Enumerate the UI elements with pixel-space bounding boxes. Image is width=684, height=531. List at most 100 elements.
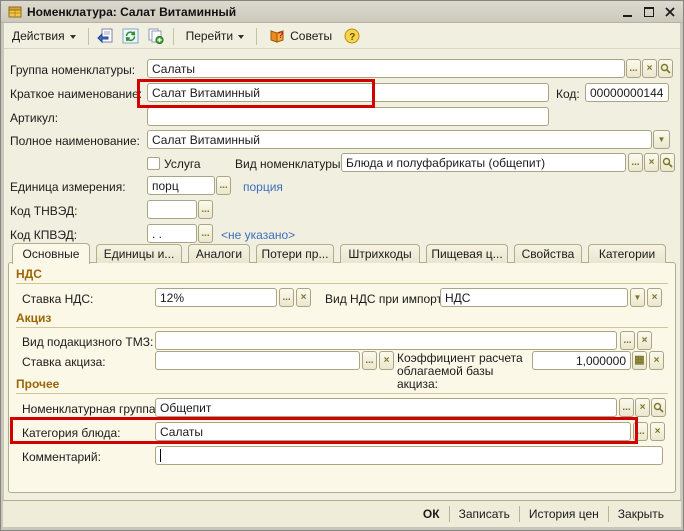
vat-import-label: Вид НДС при импорте: xyxy=(325,292,452,306)
excise-kind-clear-button[interactable]: × xyxy=(637,331,652,350)
window-title: Номенклатура: Салат Витаминный xyxy=(27,5,617,19)
ok-button[interactable]: ОК xyxy=(414,504,449,524)
kind-label: Вид номенклатуры: xyxy=(235,157,344,171)
dish-category-clear-button[interactable]: × xyxy=(650,422,665,441)
article-label: Артикул: xyxy=(10,111,58,125)
refresh-button[interactable] xyxy=(120,26,142,47)
nomenclature-window: Номенклатура: Салат Витаминный Действия xyxy=(0,0,684,531)
search-icon xyxy=(653,402,664,413)
excise-rate-clear-button[interactable]: × xyxy=(379,351,394,370)
excise-kind-field[interactable] xyxy=(155,331,617,350)
section-vat: НДС xyxy=(16,267,668,284)
excise-rate-label: Ставка акциза: xyxy=(22,355,106,369)
unit-field[interactable]: порц xyxy=(147,176,215,195)
tnved-field[interactable] xyxy=(147,200,197,219)
kind-clear-button[interactable]: × xyxy=(644,153,659,172)
tab-units[interactable]: Единицы и... xyxy=(96,244,182,263)
copy-plus-icon xyxy=(147,28,164,44)
kind-select-button[interactable]: ... xyxy=(628,153,643,172)
price-history-button[interactable]: История цен xyxy=(520,504,608,524)
tab-main[interactable]: Основные xyxy=(12,243,90,264)
help-icon: ? xyxy=(344,28,360,44)
dish-category-field[interactable]: Салаты xyxy=(155,422,631,441)
tnved-label: Код ТНВЭД: xyxy=(10,204,77,218)
article-field[interactable] xyxy=(147,107,549,126)
refresh-icon xyxy=(122,28,139,44)
kpved-link[interactable]: <не указано> xyxy=(221,228,295,242)
vat-import-clear-button[interactable]: × xyxy=(647,288,662,307)
excise-kind-label: Вид подакцизного ТМЗ: xyxy=(22,335,153,349)
excise-coef-clear-button[interactable]: × xyxy=(649,351,664,370)
vat-rate-clear-button[interactable]: × xyxy=(296,288,311,307)
nomen-group-clear-button[interactable]: × xyxy=(635,398,650,417)
chevron-down-icon xyxy=(238,35,244,39)
code-label: Код: xyxy=(556,87,580,101)
copy-button[interactable] xyxy=(145,26,167,47)
minimize-icon[interactable] xyxy=(622,6,634,18)
maximize-icon[interactable] xyxy=(643,6,655,18)
excise-coef-label: Коэффициент расчета облагаемой базы акци… xyxy=(397,352,529,391)
nomen-group-open-button[interactable] xyxy=(651,398,666,417)
reread-button[interactable] xyxy=(95,26,117,47)
kind-open-button[interactable] xyxy=(660,153,675,172)
toolbar-separator xyxy=(88,28,89,45)
actions-menu-button[interactable]: Действия xyxy=(6,26,82,46)
group-clear-button[interactable]: × xyxy=(642,59,657,78)
nomen-group-select-button[interactable]: ... xyxy=(619,398,634,417)
vat-import-dropdown-button[interactable]: ▼ xyxy=(630,288,645,307)
vat-rate-select-button[interactable]: ... xyxy=(279,288,294,307)
vat-import-field[interactable]: НДС xyxy=(440,288,628,307)
tab-losses[interactable]: Потери пр... xyxy=(256,244,334,263)
svg-text:?: ? xyxy=(278,30,284,40)
group-open-button[interactable] xyxy=(658,59,673,78)
kpved-select-button[interactable]: ... xyxy=(198,224,213,243)
unit-select-button[interactable]: ... xyxy=(216,176,231,195)
full-name-dropdown-button[interactable]: ▼ xyxy=(653,130,670,149)
chevron-down-icon xyxy=(70,35,76,39)
short-name-label: Краткое наименование: xyxy=(10,87,142,101)
excise-coef-calculator-button[interactable]: ▦ xyxy=(632,351,647,370)
kpved-field[interactable]: . . xyxy=(147,224,197,243)
search-icon xyxy=(662,157,673,168)
tips-label: Советы xyxy=(290,29,332,43)
kpved-label: Код КПВЭД: xyxy=(10,228,77,242)
excise-rate-field[interactable] xyxy=(155,351,360,370)
dish-category-select-button[interactable]: ... xyxy=(633,422,648,441)
tnved-select-button[interactable]: ... xyxy=(198,200,213,219)
service-checkbox[interactable] xyxy=(147,157,160,170)
close-icon[interactable] xyxy=(664,6,676,18)
tab-properties[interactable]: Свойства xyxy=(514,244,582,263)
reread-icon xyxy=(97,28,114,44)
group-select-button[interactable]: ... xyxy=(626,59,641,78)
help-button[interactable]: ? xyxy=(341,26,363,47)
kind-field[interactable]: Блюда и полуфабрикаты (общепит) xyxy=(341,153,626,172)
actions-menu-label: Действия xyxy=(12,29,65,43)
calculator-icon: ▦ xyxy=(634,355,644,366)
excise-rate-select-button[interactable]: ... xyxy=(362,351,377,370)
section-excise: Акциз xyxy=(16,311,668,328)
tab-barcodes[interactable]: Штрихкоды xyxy=(340,244,420,263)
tips-button[interactable]: ? Советы xyxy=(263,25,338,47)
nomen-group-field[interactable]: Общепит xyxy=(155,398,617,417)
unit-link[interactable]: порция xyxy=(243,180,283,194)
go-menu-button[interactable]: Перейти xyxy=(180,26,251,46)
tab-categories[interactable]: Категории xyxy=(588,244,666,263)
group-field[interactable]: Салаты xyxy=(147,59,625,78)
tab-analogs[interactable]: Аналоги xyxy=(188,244,250,263)
footer-bar: ОК Записать История цен Закрыть xyxy=(3,500,681,527)
tab-nutrition[interactable]: Пищевая ц... xyxy=(426,244,508,263)
excise-kind-select-button[interactable]: ... xyxy=(620,331,635,350)
full-name-field[interactable]: Салат Витаминный xyxy=(147,130,652,149)
short-name-field[interactable]: Салат Витаминный xyxy=(147,83,549,102)
text-cursor xyxy=(160,449,161,462)
comment-field[interactable] xyxy=(155,446,663,465)
catalog-item-icon xyxy=(8,5,22,19)
write-button[interactable]: Записать xyxy=(450,504,519,524)
code-field[interactable]: 00000000144 xyxy=(585,83,669,102)
unit-label: Единица измерения: xyxy=(10,180,126,194)
vat-rate-field[interactable]: 12% xyxy=(155,288,277,307)
dish-category-label: Категория блюда: xyxy=(22,426,121,440)
close-button[interactable]: Закрыть xyxy=(609,504,673,524)
section-other: Прочее xyxy=(16,377,668,394)
excise-coef-field[interactable]: 1,000000 xyxy=(532,351,631,370)
